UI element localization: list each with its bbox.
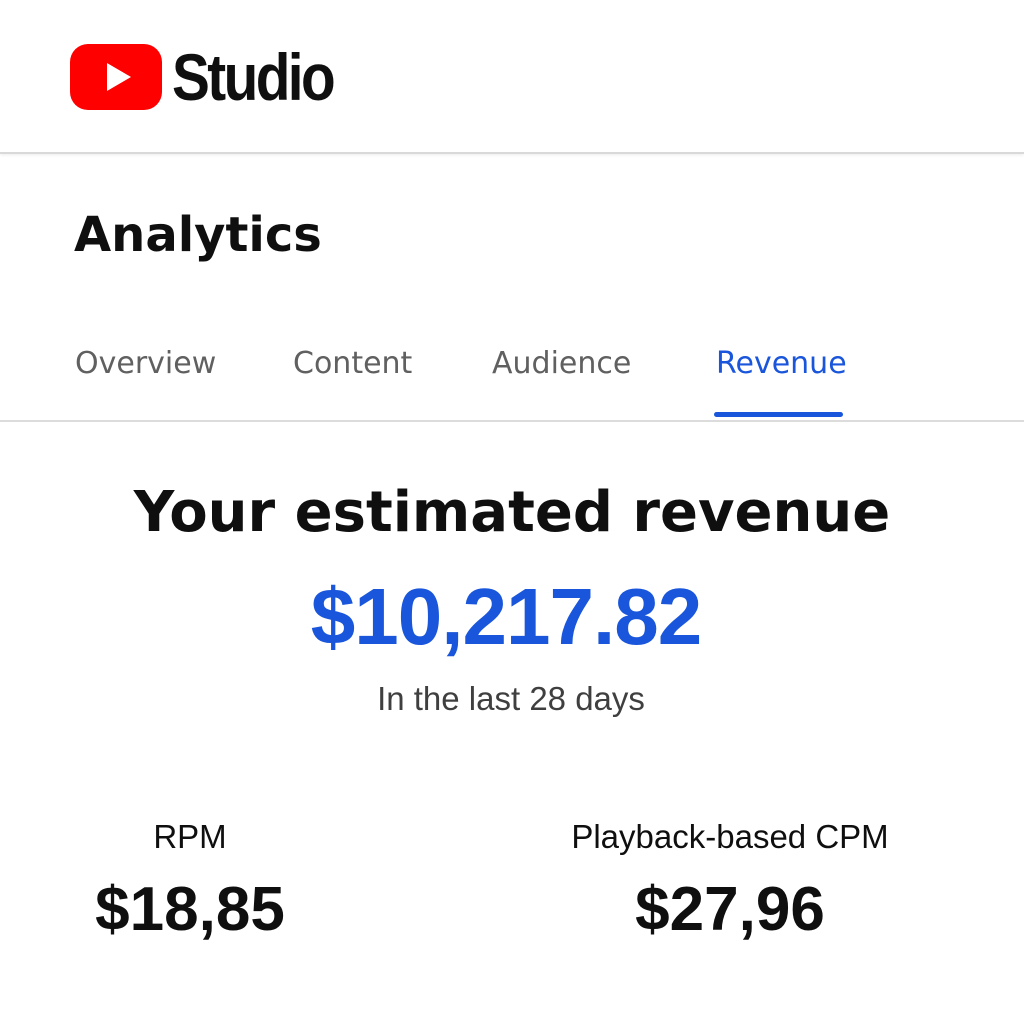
logo-text: Studio [172,40,336,114]
youtube-play-icon [70,44,162,110]
tab-content[interactable]: Content [293,344,412,384]
rpm-metric: RPM $18,85 [90,816,290,948]
tab-bar: Overview Content Audience Revenue [0,330,1024,422]
revenue-headline: Your estimated revenue [133,480,891,545]
revenue-period: In the last 28 days [377,680,645,717]
tab-audience[interactable]: Audience [492,344,631,384]
cpm-metric: Playback-based CPM $27,96 [550,816,910,948]
revenue-amount: $10,217.82 [310,572,702,661]
youtube-studio-logo[interactable]: Studio [70,44,359,110]
tab-revenue[interactable]: Revenue [716,344,847,384]
cpm-label: Playback-based CPM [571,818,889,855]
active-tab-indicator [714,412,843,417]
rpm-label: RPM [153,818,227,855]
cpm-value: $27,96 [635,875,825,944]
page-title: Analytics [74,207,322,263]
tab-overview[interactable]: Overview [75,344,216,384]
app-header: Studio [0,0,1024,154]
rpm-value: $18,85 [95,875,285,944]
